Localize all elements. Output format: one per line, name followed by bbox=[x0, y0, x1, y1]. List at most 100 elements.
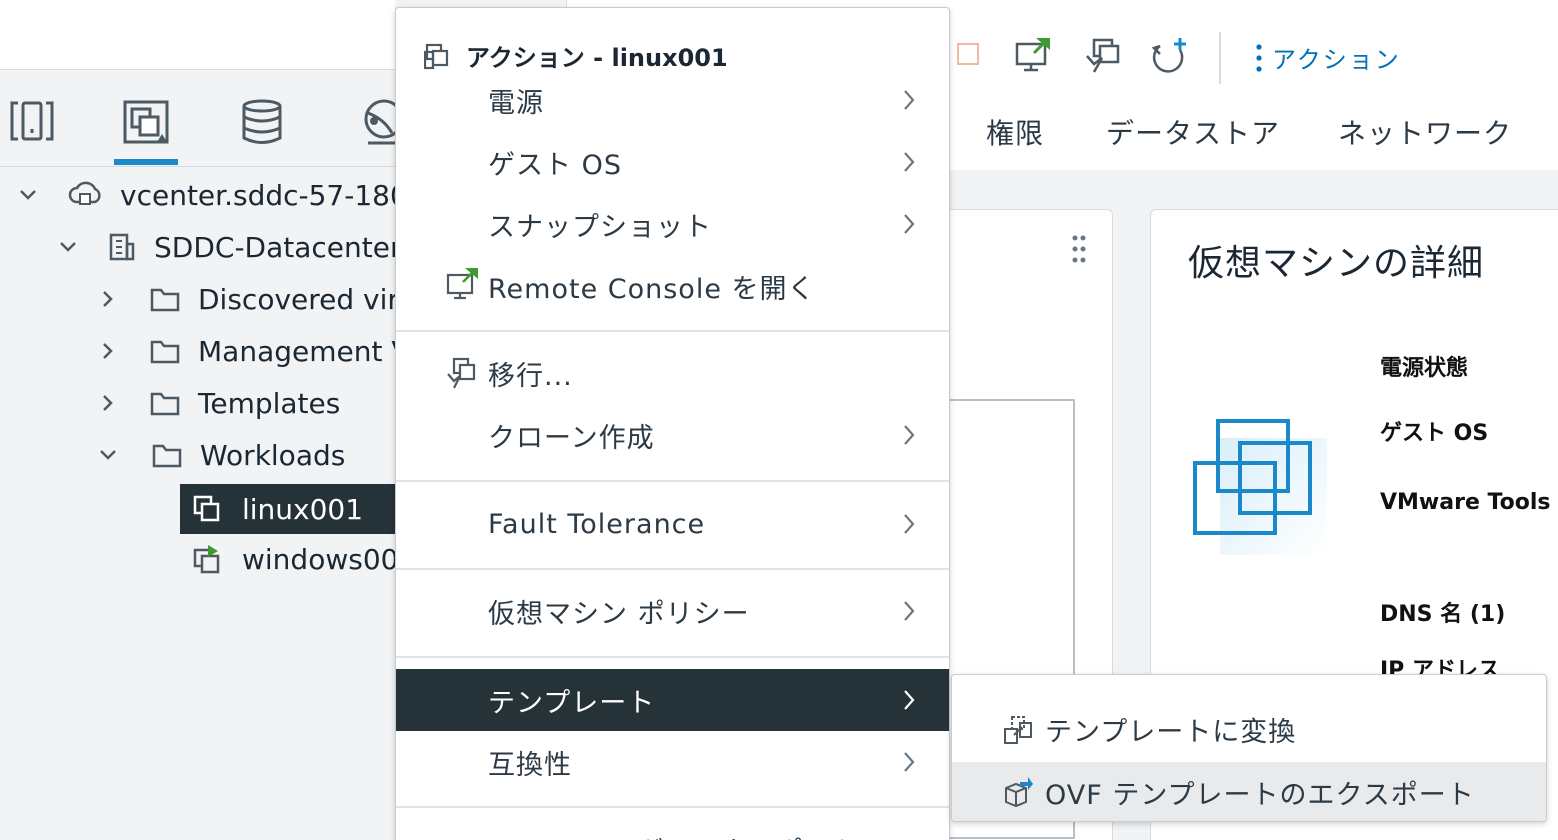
chevron-down-icon[interactable] bbox=[98, 445, 118, 465]
tree-item-folder-discovered[interactable]: Discovered vir bbox=[98, 274, 399, 324]
chevron-down-icon[interactable] bbox=[58, 237, 78, 257]
menu-item-clone[interactable]: クローン作成 bbox=[396, 404, 949, 466]
vertical-ellipsis-icon bbox=[1256, 43, 1262, 72]
tree-item-label: SDDC-Datacenter bbox=[154, 230, 402, 264]
menu-item-label: Fault Tolerance bbox=[488, 508, 706, 540]
tree-item-label: Workloads bbox=[200, 438, 346, 472]
chevron-right-icon[interactable] bbox=[98, 393, 118, 413]
chevron-down-icon[interactable] bbox=[18, 185, 38, 205]
chevron-right-icon[interactable] bbox=[98, 341, 118, 361]
dns-name-label: DNS 名 (1) bbox=[1380, 602, 1506, 627]
actions-menu-button[interactable]: アクション bbox=[1256, 40, 1401, 75]
tree-item-folder-management[interactable]: Management V bbox=[98, 326, 411, 376]
convert-to-template-icon bbox=[1002, 713, 1034, 747]
export-ovf-icon bbox=[1002, 776, 1034, 808]
menu-item-label: 仮想マシン ポリシー bbox=[488, 598, 750, 630]
menu-item-label: クローン作成 bbox=[488, 422, 655, 454]
vms-templates-icon bbox=[123, 100, 169, 144]
menu-item-label: システム ログのエクスポート bbox=[488, 830, 860, 840]
tree-item-label: Management V bbox=[198, 334, 411, 368]
tab-storage[interactable] bbox=[230, 99, 294, 163]
tree-item-vm-windows00[interactable]: windows00 bbox=[192, 534, 398, 584]
tree-item-folder-workloads[interactable]: Workloads bbox=[98, 430, 345, 480]
submenu-item-label: OVF テンプレートのエクスポート bbox=[1045, 779, 1475, 811]
menu-item-label: 移行... bbox=[488, 360, 573, 392]
menu-item-compatibility[interactable]: 互換性 bbox=[396, 731, 949, 793]
tree-item-vm-linux001[interactable]: linux001 bbox=[180, 484, 395, 534]
guest-os-label: ゲスト OS bbox=[1380, 421, 1489, 446]
tree-item-vcenter[interactable]: vcenter.sddc-57-180 bbox=[18, 170, 408, 220]
tab-networks[interactable]: ネットワーク bbox=[1338, 112, 1512, 152]
stop-icon bbox=[957, 43, 979, 65]
tab-permissions[interactable]: 権限 bbox=[986, 112, 1044, 152]
chevron-right-icon bbox=[902, 512, 916, 536]
tree-item-label: Templates bbox=[198, 386, 341, 420]
menu-header: アクション - linux001 bbox=[424, 38, 728, 73]
chevron-right-icon bbox=[902, 423, 916, 447]
menu-item-label: 互換性 bbox=[488, 749, 572, 781]
vm-illustration-icon bbox=[1190, 418, 1330, 562]
tab-datastores[interactable]: データストア bbox=[1106, 112, 1280, 152]
drag-handle-icon[interactable] bbox=[1071, 234, 1087, 264]
navigator-tabs bbox=[0, 71, 402, 167]
migrate-button[interactable] bbox=[1084, 36, 1122, 74]
menu-item-label: スナップショット bbox=[488, 211, 712, 243]
toolbar-divider bbox=[1219, 32, 1221, 84]
folder-icon bbox=[150, 390, 180, 416]
menu-item-label: Remote Console を開く bbox=[488, 273, 816, 305]
menu-item-open-remote-console[interactable]: Remote Console を開く bbox=[396, 255, 949, 317]
vm-powered-on-icon bbox=[192, 544, 222, 574]
menu-divider bbox=[396, 656, 949, 658]
tree-item-label: windows00 bbox=[242, 542, 399, 576]
submenu-item-label: テンプレートに変換 bbox=[1045, 716, 1297, 748]
snapshot-icon bbox=[1151, 38, 1186, 73]
chevron-right-icon[interactable] bbox=[98, 289, 118, 309]
chevron-right-icon bbox=[902, 212, 916, 236]
migrate-icon bbox=[1086, 38, 1120, 73]
migrate-icon bbox=[446, 356, 478, 390]
tree-item-folder-templates[interactable]: Templates bbox=[98, 378, 340, 428]
menu-item-power[interactable]: 電源 bbox=[396, 69, 949, 131]
tab-vms-templates[interactable] bbox=[114, 99, 178, 165]
menu-item-guest-os[interactable]: ゲスト OS bbox=[396, 131, 949, 193]
menu-divider bbox=[396, 480, 949, 482]
vm-details-title: 仮想マシンの詳細 bbox=[1188, 243, 1485, 284]
navigator-header-area bbox=[0, 0, 395, 70]
datacenter-icon bbox=[108, 232, 136, 262]
vm-icon bbox=[192, 494, 222, 524]
menu-item-export-system-logs[interactable]: システム ログのエクスポート bbox=[396, 818, 949, 840]
folder-icon bbox=[150, 286, 180, 312]
tree-item-label: vcenter.sddc-57-180 bbox=[120, 178, 408, 212]
hosts-clusters-icon bbox=[10, 101, 54, 141]
menu-item-migrate[interactable]: 移行... bbox=[396, 342, 949, 404]
chevron-right-icon bbox=[902, 688, 916, 712]
menu-item-fault-tolerance[interactable]: Fault Tolerance bbox=[396, 493, 949, 555]
storage-icon bbox=[242, 99, 282, 144]
tab-hosts-clusters[interactable] bbox=[0, 99, 64, 163]
remote-console-icon bbox=[446, 267, 480, 301]
menu-divider bbox=[396, 568, 949, 570]
template-submenu: テンプレートに変換 OVF テンプレートのエクスポート bbox=[951, 674, 1547, 822]
chevron-right-icon bbox=[902, 599, 916, 623]
vmware-tools-label: VMware Tools bbox=[1380, 490, 1551, 515]
actions-label: アクション bbox=[1272, 46, 1401, 74]
tree-item-datacenter[interactable]: SDDC-Datacenter bbox=[58, 222, 402, 272]
launch-console-button[interactable] bbox=[1014, 36, 1054, 72]
menu-item-label: テンプレート bbox=[488, 687, 656, 719]
menu-item-template[interactable]: テンプレート bbox=[396, 669, 949, 731]
folder-icon bbox=[152, 442, 182, 468]
menu-divider bbox=[396, 806, 949, 808]
menu-item-vm-policies[interactable]: 仮想マシン ポリシー bbox=[396, 580, 949, 642]
chevron-right-icon bbox=[902, 150, 916, 174]
snapshot-button[interactable] bbox=[1150, 36, 1188, 74]
power-off-button[interactable] bbox=[956, 42, 980, 66]
submenu-item-convert-to-template[interactable]: テンプレートに変換 bbox=[952, 699, 1546, 759]
submenu-item-export-ovf-template[interactable]: OVF テンプレートのエクスポート bbox=[952, 762, 1546, 821]
folder-icon bbox=[150, 338, 180, 364]
menu-item-snapshots[interactable]: スナップショット bbox=[396, 193, 949, 255]
vcenter-icon bbox=[68, 180, 102, 210]
remote-console-icon bbox=[1015, 38, 1050, 72]
menu-item-label: 電源 bbox=[488, 87, 544, 119]
power-state-label: 電源状態 bbox=[1380, 356, 1469, 381]
menu-divider bbox=[396, 330, 949, 332]
